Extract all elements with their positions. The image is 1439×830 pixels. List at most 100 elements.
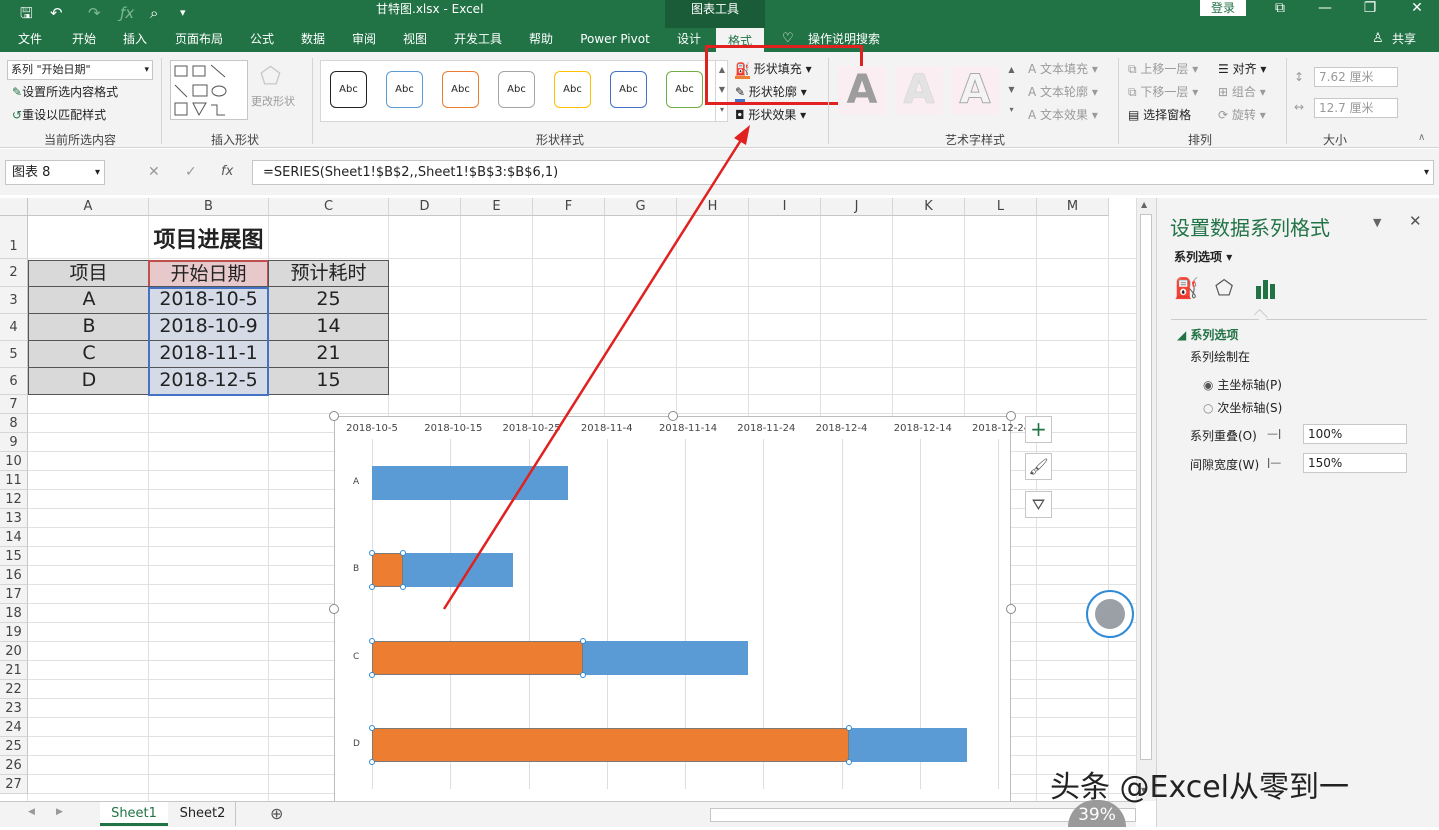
tab-home[interactable]: 开始 (62, 28, 106, 52)
row-header[interactable]: 26 (0, 756, 28, 775)
series-selection-handle[interactable] (580, 637, 587, 644)
row-header[interactable]: 15 (0, 547, 28, 566)
text-effects-button[interactable]: A 文本效果 ▾ (1028, 107, 1098, 123)
text-outline-button[interactable]: A 文本轮廓 ▾ (1028, 84, 1098, 100)
shape-gallery[interactable] (170, 60, 248, 120)
column-header-e[interactable]: E (461, 198, 533, 216)
group-button[interactable]: ⊞ 组合 ▾ (1218, 84, 1266, 100)
panel-close-icon[interactable]: ✕ (1409, 212, 1422, 230)
tab-formulas[interactable]: 公式 (240, 28, 284, 52)
table-cell[interactable]: A (28, 286, 150, 314)
secondary-axis-radio[interactable]: ○ 次坐标轴(S) (1203, 399, 1282, 416)
undo-icon[interactable]: ↶ (50, 4, 63, 22)
chart-elements-plus-icon[interactable]: + (1025, 416, 1052, 443)
series-selection-handle[interactable] (369, 759, 375, 766)
row-header[interactable]: 12 (0, 490, 28, 509)
prev-sheet-icon[interactable]: ◀ (28, 807, 35, 817)
chart-resize-handle[interactable] (1006, 604, 1016, 614)
tab-help[interactable]: 帮助 (519, 28, 563, 52)
series-selection-handle[interactable] (369, 637, 375, 644)
align-button[interactable]: ☰ 对齐 ▾ (1218, 61, 1266, 77)
series-selection-handle[interactable] (369, 671, 375, 678)
login-button[interactable]: 登录 (1200, 0, 1246, 16)
customize-qat-icon[interactable]: ▾ (180, 4, 186, 22)
tab-page-layout[interactable]: 页面布局 (166, 28, 232, 52)
row-header[interactable]: 9 (0, 433, 28, 452)
minimize-icon[interactable]: — (1305, 0, 1345, 20)
ribbon-display-icon[interactable]: ⧉ (1260, 0, 1300, 20)
row-header[interactable]: 4 (0, 314, 28, 341)
column-header-g[interactable]: G (605, 198, 677, 216)
sheet-tab-sheet1[interactable]: Sheet1 (100, 802, 168, 826)
effects-pentagon-icon[interactable]: ⬠ (1215, 276, 1233, 300)
column-header-m[interactable]: M (1037, 198, 1109, 216)
close-icon[interactable]: ✕ (1397, 0, 1437, 20)
send-backward-button[interactable]: ⧉ 下移一层 ▾ (1128, 84, 1198, 100)
scroll-up-icon[interactable]: ▲ (1141, 200, 1147, 209)
bar-duration-d[interactable] (849, 728, 967, 763)
tab-data[interactable]: 数据 (291, 28, 335, 52)
row-header[interactable]: 3 (0, 287, 28, 314)
table-cell[interactable]: 14 (268, 313, 389, 341)
style-swatch-1[interactable]: Abc (330, 71, 367, 108)
tab-view[interactable]: 视图 (393, 28, 437, 52)
column-header-a[interactable]: A (28, 198, 149, 216)
style-swatch-2[interactable]: Abc (386, 71, 423, 108)
row-header[interactable]: 18 (0, 604, 28, 623)
row-header[interactable]: 6 (0, 368, 28, 395)
chart-styles-brush-icon[interactable]: 🖌 (1025, 453, 1052, 480)
overlap-slider-icon[interactable]: —ǀ (1267, 427, 1281, 440)
rotate-button[interactable]: ⟳ 旋转 ▾ (1218, 107, 1266, 123)
insert-function-icon[interactable]: fx (221, 164, 233, 179)
column-header-k[interactable]: K (893, 198, 965, 216)
row-header[interactable]: 19 (0, 623, 28, 642)
series-selection-handle[interactable] (369, 584, 375, 591)
column-header-i[interactable]: I (749, 198, 821, 216)
table-cell[interactable]: D (28, 367, 150, 395)
bring-forward-button[interactable]: ⧉ 上移一层 ▾ (1128, 61, 1198, 77)
row-header[interactable]: 23 (0, 699, 28, 718)
bar-start-date-d[interactable] (372, 728, 850, 763)
shape-effects-button[interactable]: ◘ 形状效果 ▾ (735, 107, 806, 123)
tab-review[interactable]: 审阅 (342, 28, 386, 52)
next-sheet-icon[interactable]: ▶ (56, 807, 63, 817)
restore-icon[interactable]: ❐ (1350, 0, 1390, 20)
row-header[interactable]: 2 (0, 259, 28, 287)
selection-pane-button[interactable]: ▤ 选择窗格 (1128, 107, 1191, 123)
series-selection-handle[interactable] (846, 759, 853, 766)
tab-file[interactable]: 文件 (8, 28, 52, 52)
bar-duration-a[interactable] (372, 465, 568, 500)
bar-start-date-b[interactable] (372, 553, 404, 588)
wordart-scroll[interactable]: ▲ ▼ ▾ (1005, 60, 1018, 122)
sheet-tab-sheet2[interactable]: Sheet2 (170, 802, 236, 826)
collapse-ribbon-icon[interactable]: ∧ (1418, 132, 1425, 143)
row-header[interactable]: 1 (0, 216, 28, 259)
row-header[interactable]: 16 (0, 566, 28, 585)
section-header-series-options[interactable]: ◢ 系列选项 (1177, 326, 1238, 343)
shape-height-input[interactable]: 7.62 厘米 (1314, 67, 1398, 87)
add-sheet-icon[interactable]: ⊕ (270, 804, 283, 823)
chart-resize-handle[interactable] (1006, 411, 1016, 421)
row-header[interactable]: 8 (0, 414, 28, 433)
row-header[interactable]: 10 (0, 452, 28, 471)
select-all-corner[interactable] (0, 198, 28, 216)
chart-filters-funnel-icon[interactable]: ⛛ (1025, 491, 1052, 518)
change-shape-button[interactable]: 更改形状 (251, 94, 295, 110)
column-header-d[interactable]: D (389, 198, 461, 216)
print-preview-icon[interactable]: ⌕ (150, 4, 158, 22)
series-selection-handle[interactable] (400, 584, 407, 591)
sheet-title[interactable]: 项目进展图 (29, 217, 388, 260)
wordart-style-3[interactable]: A (951, 66, 999, 114)
style-swatch-7[interactable]: Abc (666, 71, 703, 108)
series-overlap-input[interactable]: 100% (1303, 424, 1407, 444)
tab-insert[interactable]: 插入 (113, 28, 157, 52)
row-header[interactable]: 14 (0, 528, 28, 547)
function-icon[interactable]: ƒx (120, 4, 134, 22)
column-header-b[interactable]: B (149, 198, 269, 216)
table-cell[interactable]: C (28, 340, 150, 368)
redo-icon[interactable]: ↷ (88, 4, 101, 22)
row-header[interactable]: 11 (0, 471, 28, 490)
chart-resize-handle[interactable] (329, 411, 339, 421)
row-header[interactable]: 22 (0, 680, 28, 699)
style-swatch-4[interactable]: Abc (498, 71, 535, 108)
